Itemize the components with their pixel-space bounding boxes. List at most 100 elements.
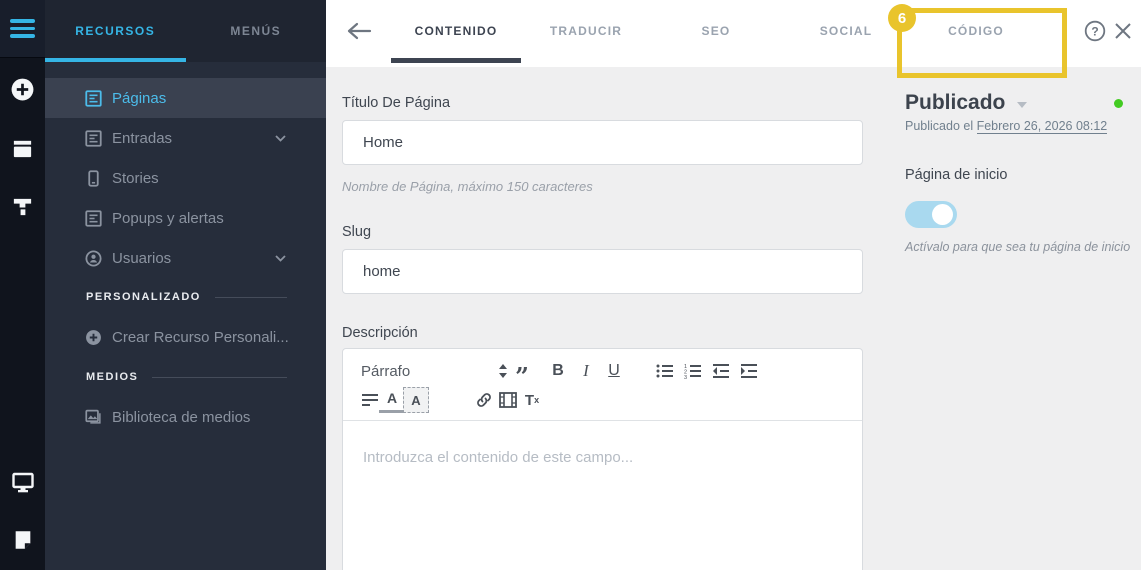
tab-menus[interactable]: MENÚS (186, 0, 327, 62)
preview-button[interactable] (0, 465, 45, 499)
sidebar-tab-bar: RECURSOS MENÚS (45, 0, 326, 62)
hamburger-icon (10, 19, 35, 38)
main-menu-button[interactable] (0, 0, 45, 58)
page-title-input[interactable] (342, 120, 863, 165)
document-icon (85, 209, 102, 227)
help-button[interactable]: ? (1084, 19, 1108, 43)
notes-button[interactable] (0, 523, 45, 557)
sidebar-item-label: Stories (112, 169, 159, 187)
insert-media-button[interactable] (495, 387, 521, 413)
clear-format-label: T (524, 391, 535, 409)
active-tab-underline (391, 58, 521, 63)
sidebar-item-biblioteca[interactable]: Biblioteca de medios (45, 397, 326, 437)
homepage-toggle[interactable] (905, 201, 957, 228)
font-color-button[interactable]: A (379, 387, 405, 413)
tab-contenido[interactable]: CONTENIDO (391, 0, 521, 62)
back-button[interactable] (346, 17, 374, 45)
published-date-link[interactable]: Febrero 26, 2026 08:12 (976, 119, 1108, 134)
document-icon (85, 89, 102, 107)
film-icon (499, 392, 517, 408)
document-icon (85, 129, 102, 147)
sidebar-item-label: Páginas (112, 89, 167, 107)
plus-circle-icon (85, 329, 102, 346)
editor-placeholder: Introduzca el contenido de este campo... (363, 449, 634, 466)
sidebar-item-crear-recurso[interactable]: Crear Recurso Personali... (45, 317, 326, 357)
user-icon (85, 249, 102, 267)
sidebar-item-label: Popups y alertas (112, 209, 224, 227)
sidebar-item-label: Biblioteca de medios (112, 408, 251, 426)
sidebar-item-label: Usuarios (112, 249, 172, 267)
published-on-line: Publicado el Febrero 26, 2026 08:12 (905, 119, 1108, 134)
monitor-icon (11, 470, 35, 494)
tab-recursos[interactable]: RECURSOS (45, 0, 186, 62)
sidebar-item-label: Crear Recurso Personali... (112, 328, 289, 346)
clear-formatting-button[interactable]: Tx (519, 387, 545, 413)
close-button[interactable] (1112, 19, 1136, 43)
tab-seo[interactable]: SEO (651, 0, 781, 62)
plus-circle-icon (10, 77, 35, 102)
numbered-list-icon: 123 (684, 363, 702, 379)
design-button[interactable] (0, 189, 45, 223)
description-label: Descripción (342, 325, 418, 341)
description-editor-body[interactable]: Introduzca el contenido de este campo... (343, 421, 862, 494)
link-icon (475, 391, 493, 409)
editor-tab-bar: CONTENIDO TRADUCIR SEO SOCIAL CÓDIGO (391, 0, 1041, 62)
indent-button[interactable] (736, 358, 762, 384)
homepage-help-text: Actívalo para que sea tu página de inici… (905, 240, 1131, 254)
slug-input[interactable] (342, 249, 863, 294)
content-panel: Título De Página Nombre de Página, máxim… (326, 67, 1141, 570)
box-icon (11, 137, 34, 160)
bullet-list-icon (656, 363, 674, 379)
editor-toolbar: Párrafo ” B I U 123 A A T x (343, 349, 862, 421)
publish-status-label: Publicado (905, 91, 1006, 114)
underline-button[interactable]: U (601, 358, 627, 384)
link-button[interactable] (471, 387, 497, 413)
question-circle-icon: ? (1084, 20, 1108, 42)
resources-sidebar: RECURSOS MENÚS Páginas Entradas Stories (45, 0, 326, 570)
page: RECURSOS MENÚS Páginas Entradas Stories (0, 0, 1141, 570)
italic-button[interactable]: I (573, 358, 599, 384)
svg-text:?: ? (1091, 25, 1098, 39)
section-header-medios: MEDIOS (86, 368, 287, 386)
svg-text:3: 3 (684, 375, 687, 379)
editor-header: CONTENIDO TRADUCIR SEO SOCIAL CÓDIGO ? (326, 0, 1141, 67)
sidebar-item-stories[interactable]: Stories (45, 158, 326, 198)
caret-down-icon (1017, 101, 1028, 108)
align-left-icon (361, 393, 379, 407)
chevron-down-icon (275, 255, 286, 262)
tab-traducir[interactable]: TRADUCIR (521, 0, 651, 62)
paragraph-format-select[interactable]: Párrafo (361, 358, 509, 384)
indent-icon (740, 363, 758, 379)
clear-format-sub: x (534, 395, 540, 405)
close-icon (1112, 20, 1136, 42)
sidebar-item-paginas[interactable]: Páginas (45, 78, 326, 118)
paragraph-select-value: Párrafo (361, 362, 411, 380)
content-library-button[interactable] (0, 131, 45, 165)
blockquote-button[interactable]: ” (509, 358, 535, 389)
sidebar-item-label: Entradas (112, 129, 173, 147)
header-divider (152, 376, 287, 378)
icon-rail (0, 0, 45, 570)
page-title-label: Título De Página (342, 95, 451, 111)
add-button[interactable] (0, 72, 45, 106)
numbered-list-button[interactable]: 123 (680, 358, 706, 384)
outdent-button[interactable] (708, 358, 734, 384)
tab-codigo[interactable]: CÓDIGO (911, 0, 1041, 62)
sidebar-item-popups[interactable]: Popups y alertas (45, 198, 326, 238)
highlight-color-button[interactable]: A (403, 387, 429, 413)
sidebar-item-usuarios[interactable]: Usuarios (45, 238, 326, 278)
arrow-left-icon (346, 20, 374, 42)
description-editor: Párrafo ” B I U 123 A A T x Introduzca e… (342, 348, 863, 570)
paint-roller-icon (11, 195, 34, 218)
note-page-icon (12, 529, 34, 551)
toggle-knob (932, 204, 953, 225)
phone-icon (85, 169, 102, 187)
updown-arrows-icon (497, 363, 509, 379)
bullet-list-button[interactable] (652, 358, 678, 384)
publish-status-dropdown[interactable]: Publicado (905, 91, 1028, 115)
active-tab-underline (45, 58, 186, 62)
sidebar-item-entradas[interactable]: Entradas (45, 118, 326, 158)
tab-social[interactable]: SOCIAL (781, 0, 911, 62)
outdent-icon (712, 363, 730, 379)
bold-button[interactable]: B (545, 358, 571, 384)
